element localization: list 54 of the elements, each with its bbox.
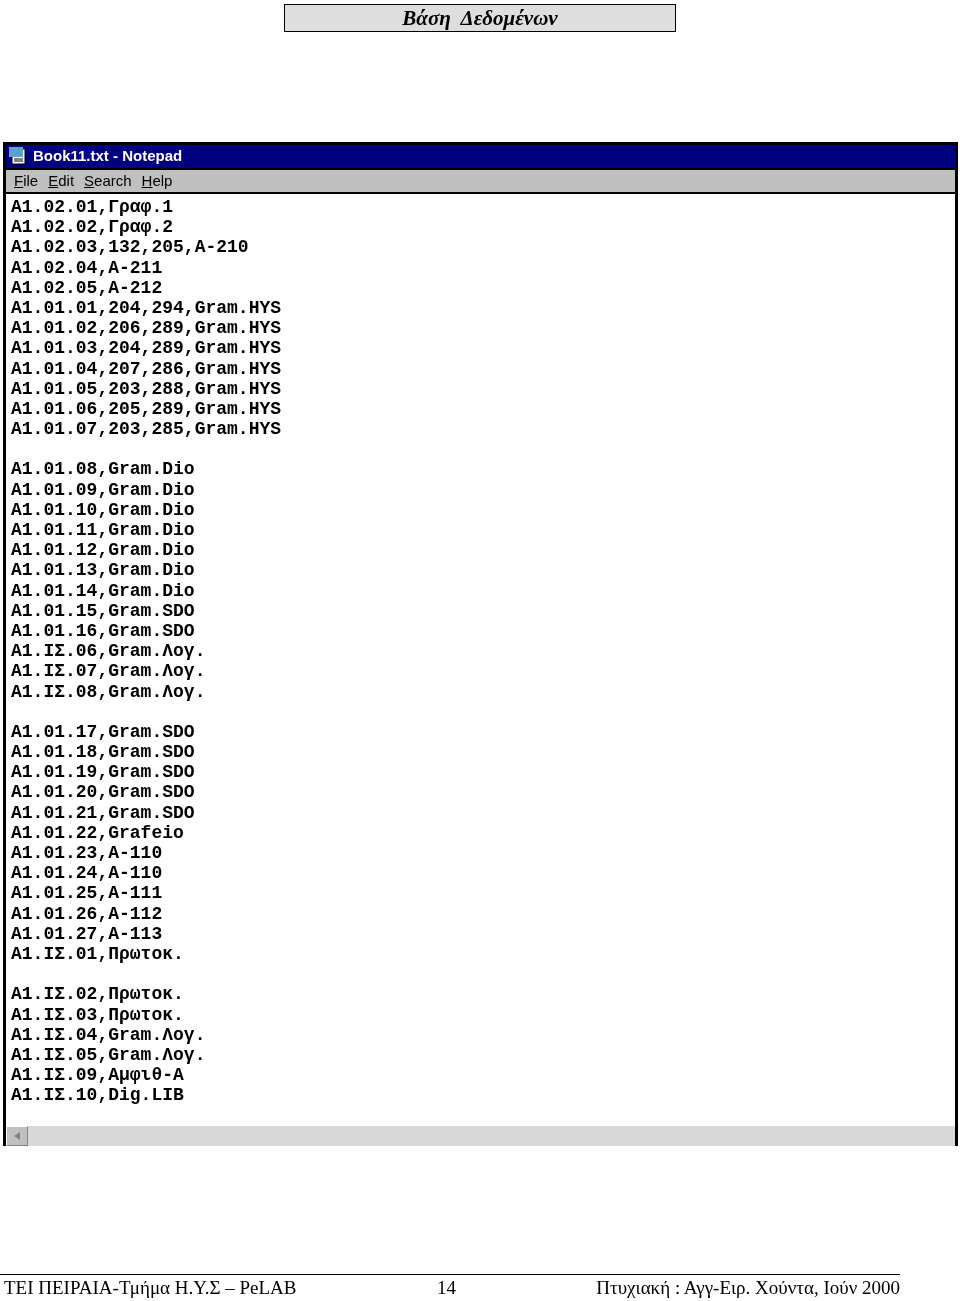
text-line: A1.01.03,204,289,Gram.HYS <box>11 338 282 359</box>
text-line: A1.IΣ.02,Πρωτοκ. <box>11 984 184 1005</box>
text-line: A1.01.19,Gram.SDO <box>11 762 195 783</box>
text-line: A1.IΣ.04,Gram.Λογ. <box>11 1024 206 1045</box>
text-line: A1.02.01,Γραφ.1 <box>11 197 174 218</box>
text-line: A1.01.26,A-112 <box>11 903 163 924</box>
text-line: A1.01.09,Gram.Dio <box>11 479 195 500</box>
text-line: A1.02.05,A-212 <box>11 277 163 298</box>
text-line: A1.02.03,132,205,A-210 <box>11 237 249 258</box>
text-line: A1.IΣ.09,Αμφιθ-Α <box>11 1065 184 1086</box>
notepad-icon <box>9 147 29 166</box>
left-arrow-icon <box>14 1131 20 1140</box>
text-line: A1.01.04,207,286,Gram.HYS <box>11 358 282 379</box>
text-line: A1.IΣ.03,Πρωτοκ. <box>11 1004 184 1025</box>
text-line: A1.IΣ.05,Gram.Λογ. <box>11 1044 206 1066</box>
menu-item[interactable]: Help <box>141 169 173 192</box>
footer-left: ΤΕΙ ΠΕΙΡΑΙΑ-Τμήμα Η.Υ.Σ – PeLAB <box>3 1277 297 1299</box>
text-line: A1.IΣ.10,Dig.LIB <box>11 1085 184 1106</box>
text-line: A1.01.18,Gram.SDO <box>11 742 195 763</box>
text-line: A1.01.10,Gram.Dio <box>11 499 195 520</box>
text-line: A1.01.08,Gram.Dio <box>11 459 195 480</box>
text-line: A1.01.16,Gram.SDO <box>11 620 195 642</box>
text-line: A1.IΣ.06,Gram.Λογ. <box>11 641 206 662</box>
page-number: 14 <box>436 1277 456 1299</box>
text-line: A1.01.07,203,285,Gram.HYS <box>11 419 282 440</box>
text-line: A1.01.06,205,289,Gram.HYS <box>11 398 282 420</box>
text-line: A1.01.12,Gram.Dio <box>11 540 195 561</box>
text-line: A1.01.13,Gram.Dio <box>11 560 195 581</box>
text-line: A1.02.04,A-211 <box>11 257 163 278</box>
text-line: A1.01.14,Gram.Dio <box>11 580 195 601</box>
text-line: A1.01.01,204,294,Gram.HYS <box>11 297 282 319</box>
menu-item[interactable]: Search <box>84 169 132 192</box>
text-line: A1.IΣ.01,Πρωτοκ. <box>11 943 184 965</box>
menu-item[interactable]: File <box>14 169 39 192</box>
text-line: A1.02.02,Γραφ.2 <box>11 217 174 238</box>
page-heading: Βάση Δεδομένων <box>284 4 676 32</box>
menu-item[interactable]: Edit <box>48 169 75 192</box>
text-line: A1.01.24,A-110 <box>11 863 163 884</box>
window-title: Book11.txt - Notepad <box>33 146 183 166</box>
text-line: A1.01.23,A-110 <box>11 843 163 864</box>
text-line: A1.01.17,Gram.SDO <box>11 721 195 743</box>
text-line: A1.01.02,206,289,Gram.HYS <box>11 318 282 339</box>
text-line: A1.01.20,Gram.SDO <box>11 782 195 803</box>
text-line: A1.01.15,Gram.SDO <box>11 600 195 621</box>
text-line: A1.IΣ.07,Gram.Λογ. <box>11 661 206 682</box>
text-line: A1.01.05,203,288,Gram.HYS <box>11 378 282 399</box>
text-line: A1.01.25,A-111 <box>11 883 163 904</box>
footer-right: Πτυχιακή : Αγγ-Ειρ. Χούντα, Ιούν 2000 <box>596 1277 900 1299</box>
text-line: A1.01.11,Gram.Dio <box>11 520 195 541</box>
text-line: A1.01.27,A-113 <box>11 923 163 944</box>
scroll-left-button[interactable] <box>6 1125 28 1146</box>
text-line: A1.01.22,Grafeio <box>11 822 184 843</box>
text-line: A1.01.21,Gram.SDO <box>11 802 195 823</box>
text-line: A1.IΣ.08,Gram.Λογ. <box>11 681 206 702</box>
